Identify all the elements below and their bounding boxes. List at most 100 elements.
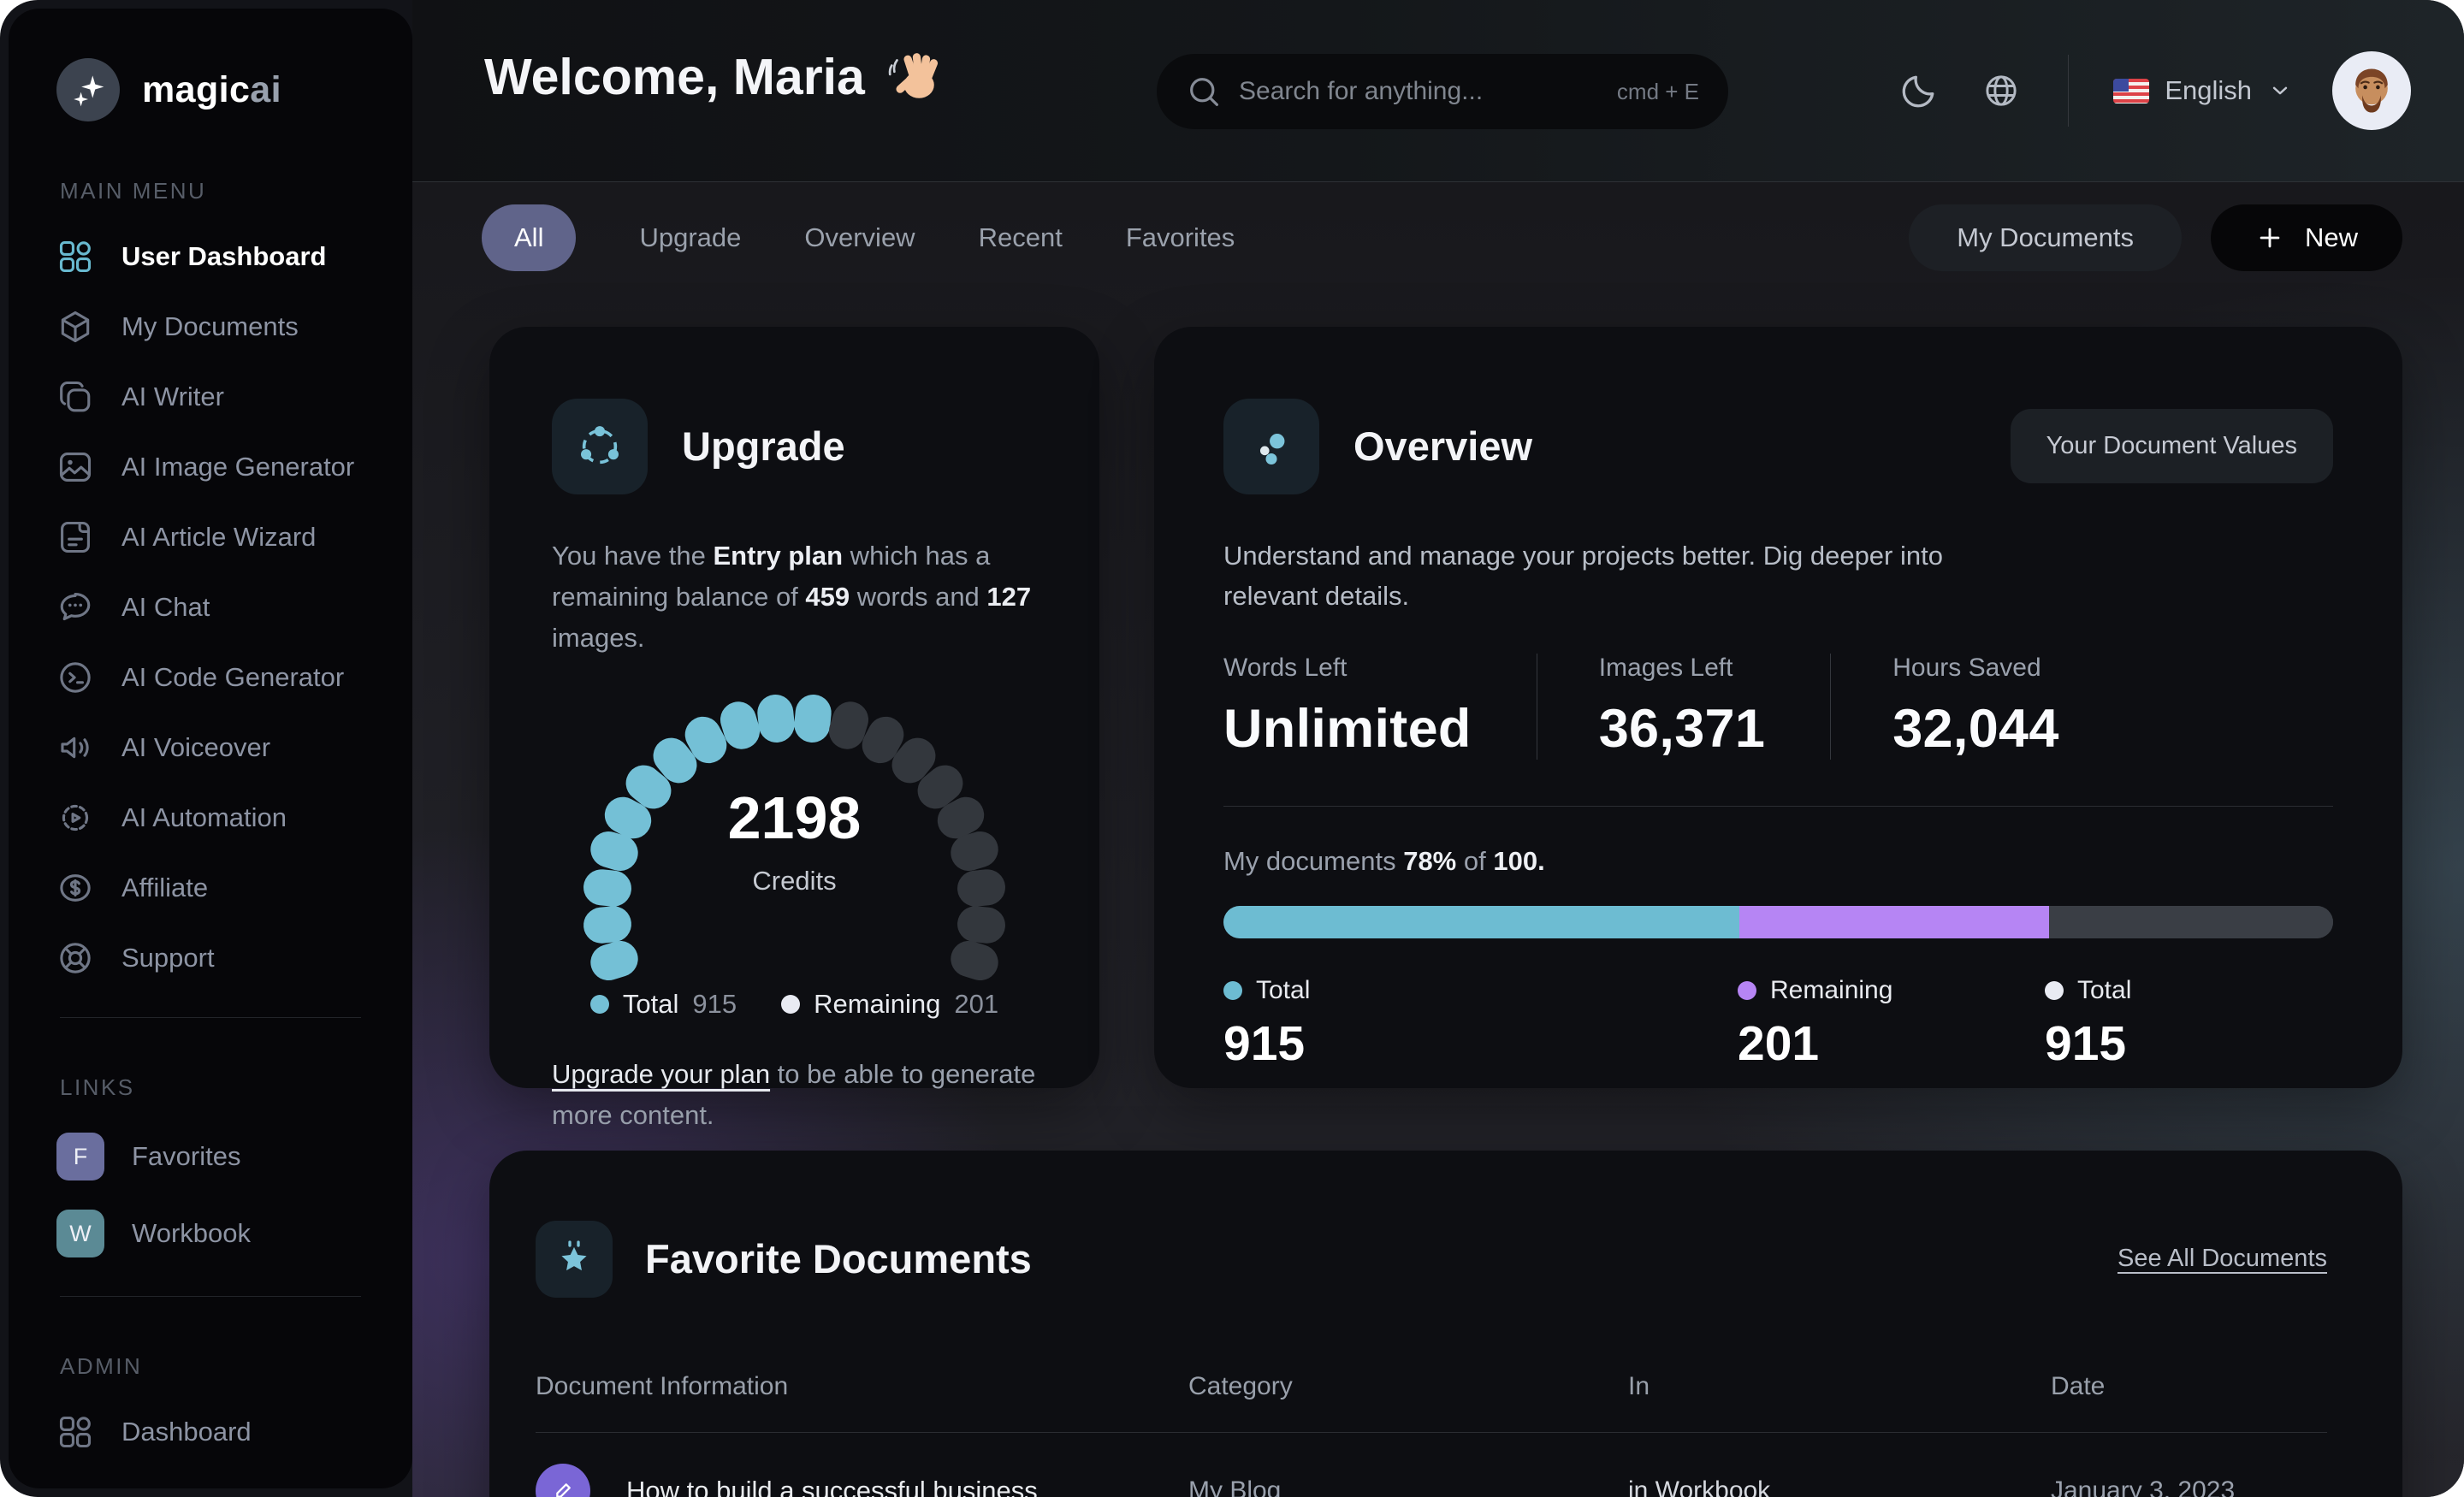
overview-card-title: Overview (1353, 423, 1533, 469)
legend-value: 915 (2045, 1016, 2127, 1071)
stat-label: Words Left (1223, 654, 1348, 682)
tab-favorites[interactable]: Favorites (1126, 222, 1235, 253)
sidebar-item-ai-image-generator[interactable]: AI Image Generator (9, 432, 412, 502)
doc-location: in Workbook (1628, 1476, 1771, 1497)
filter-tabs: All Upgrade Overview Recent Favorites (482, 204, 1235, 271)
sidebar-item-ai-writer[interactable]: AI Writer (9, 362, 412, 432)
image-icon (56, 448, 94, 486)
language-selector[interactable]: English (2113, 75, 2293, 106)
sidebar-item-favorites[interactable]: F Favorites (9, 1118, 412, 1195)
credits-gauge: 2198 Credits (552, 662, 1037, 985)
upgrade-plan-link[interactable]: Upgrade your plan (552, 1059, 770, 1089)
legend-total: Total 915 (1223, 976, 1738, 1072)
lifebuoy-icon (56, 939, 94, 977)
plus-icon (2255, 223, 2284, 252)
stat-value: Unlimited (1223, 699, 1472, 759)
sidebar-item-user-dashboard[interactable]: User Dashboard (9, 222, 412, 292)
global-search[interactable]: cmd + E (1157, 54, 1728, 129)
gauge-segment (945, 937, 1003, 985)
sidebar-item-label: Workbook (132, 1218, 251, 1248)
documents-progress-bar (1223, 906, 2333, 938)
sidebar-item-label: User Management (121, 1487, 340, 1488)
tab-upgrade[interactable]: Upgrade (639, 222, 741, 253)
sidebar-item-support[interactable]: Support (9, 923, 412, 993)
table-row[interactable]: How to build a successful business My Blo… (536, 1433, 2327, 1497)
progress-segment (1739, 906, 2049, 938)
chat-icon (56, 589, 94, 626)
stat-images-left: Images Left 36,371 (1536, 654, 1831, 760)
sidebar-item-label: Dashboard (121, 1417, 252, 1447)
us-flag-icon (2113, 78, 2150, 104)
sidebar-item-ai-chat[interactable]: AI Chat (9, 572, 412, 642)
legend-label: Remaining (814, 989, 941, 1019)
speaker-icon (56, 729, 94, 766)
gear-play-icon (56, 799, 94, 837)
sparkles-icon (56, 58, 120, 121)
column-header-category: Category (1188, 1372, 1293, 1400)
article-icon (56, 518, 94, 556)
sidebar-item-label: AI Voiceover (121, 732, 271, 762)
sidebar-item-ai-article-wizard[interactable]: AI Article Wizard (9, 502, 412, 572)
tab-all[interactable]: All (482, 204, 577, 271)
upgrade-card: Upgrade You have the Entry plan which ha… (489, 327, 1099, 1130)
legend-label: Total (2077, 976, 2132, 1004)
overview-card: Overview Your Document Values Understand… (1154, 327, 2402, 1088)
my-documents-button[interactable]: My Documents (1909, 204, 2182, 271)
search-input[interactable] (1237, 76, 1602, 107)
overview-divider (1223, 806, 2333, 807)
sidebar-item-ai-automation[interactable]: AI Automation (9, 783, 412, 853)
sidebar-item-label: Support (121, 943, 215, 973)
terminal-icon (56, 659, 94, 696)
sidebar-item-my-documents[interactable]: My Documents (9, 292, 412, 362)
avatar[interactable] (2332, 51, 2411, 130)
sidebar-item-label: AI Automation (121, 802, 287, 832)
legend-value: 201 (954, 989, 999, 1019)
sidebar-item-ai-voiceover[interactable]: AI Voiceover (9, 713, 412, 783)
sidebar-divider (60, 1296, 361, 1297)
progress-segment (1223, 906, 1740, 938)
sidebar-item-label: User Dashboard (121, 241, 327, 271)
users-icon (56, 1483, 94, 1488)
column-header-document-information: Document Information (536, 1372, 789, 1400)
sidebar-item-affiliate[interactable]: Affiliate (9, 853, 412, 923)
stat-hours-saved: Hours Saved 32,044 (1830, 654, 2124, 760)
doc-category: My Blog (1188, 1476, 1282, 1497)
stat-label: Images Left (1598, 654, 1733, 682)
legend-total: Total 915 (589, 989, 737, 1020)
legend-total: Total 915 (2045, 976, 2131, 1072)
sidebar-item-label: AI Chat (121, 592, 210, 622)
tab-recent[interactable]: Recent (979, 222, 1063, 253)
page-title: Welcome, Maria (484, 48, 940, 106)
legend-dot (1223, 981, 1242, 1000)
document-values-button[interactable]: Your Document Values (2010, 409, 2333, 483)
gauge-legend: Total 915 Remaining 201 (552, 989, 1037, 1020)
progress-legend: Total 915 Remaining 201 Total 915 (1223, 976, 2333, 1072)
legend-value: 915 (692, 989, 737, 1019)
top-header: Welcome, Maria cmd + E (412, 0, 2464, 182)
sidebar-item-dashboard[interactable]: Dashboard (9, 1397, 412, 1467)
sidebar-item-workbook[interactable]: W Workbook (9, 1195, 412, 1272)
sidebar-section-label: MAIN MENU (60, 178, 207, 204)
app-window: magicai MAIN MENU User Dashboard My Docume… (0, 0, 2464, 1497)
sidebar-item-user-management[interactable]: User Management (9, 1467, 412, 1488)
gauge-segment (956, 904, 1008, 945)
new-button[interactable]: New (2210, 204, 2402, 271)
brand-logo[interactable]: magicai (56, 58, 412, 121)
tab-overview[interactable]: Overview (804, 222, 915, 253)
favorites-card-title: Favorite Documents (645, 1236, 1032, 1281)
stats-row: Words Left Unlimited Images Left 36,371 Hour… (1223, 654, 2333, 760)
sidebar-item-ai-code-generator[interactable]: AI Code Generator (9, 642, 412, 713)
overview-description: Understand and manage your projects bett… (1223, 541, 1943, 611)
magic-star-icon (536, 1220, 613, 1298)
share-nodes-icon (552, 398, 648, 494)
legend-dot (1738, 981, 1756, 1000)
globe-icon[interactable] (1982, 72, 2020, 109)
see-all-documents-link[interactable]: See All Documents (2118, 1245, 2327, 1273)
doc-date: January 3, 2023 (2051, 1476, 2236, 1497)
sidebar-divider (60, 1017, 361, 1018)
sidebar-item-label: AI Code Generator (121, 662, 345, 692)
header-actions: English (1900, 43, 2411, 139)
legend-label: Remaining (1770, 976, 1893, 1004)
moon-icon[interactable] (1900, 72, 1938, 109)
legend-label: Total (622, 989, 679, 1019)
